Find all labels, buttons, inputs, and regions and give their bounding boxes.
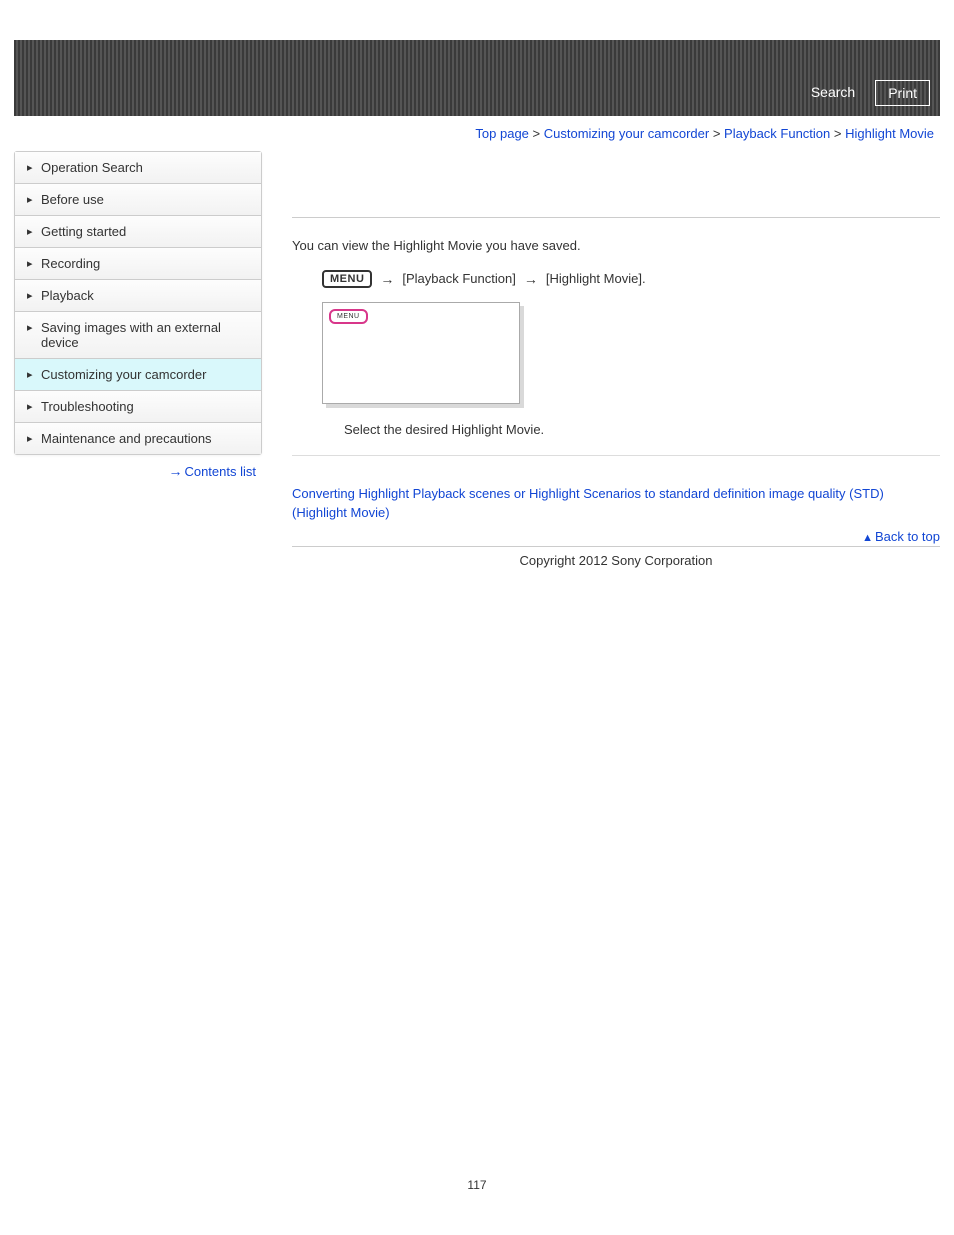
breadcrumb-current: Highlight Movie (845, 126, 934, 141)
content-area: You can view the Highlight Movie you hav… (292, 151, 940, 598)
triangle-up-icon: ▲ (862, 532, 873, 544)
intro-text: You can view the Highlight Movie you hav… (292, 236, 940, 256)
screen-illustration: MENU (322, 302, 520, 404)
sidebar-item-saving-images[interactable]: Saving images with an external device (15, 312, 261, 359)
page-number: 117 (0, 1178, 954, 1212)
breadcrumb-top[interactable]: Top page (475, 126, 529, 141)
main-layout: Operation Search Before use Getting star… (0, 151, 954, 598)
sidebar-item-playback[interactable]: Playback (15, 280, 261, 312)
back-to-top-link[interactable]: Back to top (875, 529, 940, 544)
copyright-text: Copyright 2012 Sony Corporation (292, 547, 940, 598)
sidebar-item-maintenance[interactable]: Maintenance and precautions (15, 423, 261, 454)
breadcrumb-customizing[interactable]: Customizing your camcorder (544, 126, 709, 141)
sidebar-item-customizing[interactable]: Customizing your camcorder (15, 359, 261, 391)
related-topic-link[interactable]: Converting Highlight Playback scenes or … (292, 484, 940, 523)
breadcrumb-sep: > (533, 126, 541, 141)
breadcrumb-playback-function[interactable]: Playback Function (724, 126, 830, 141)
sidebar-wrapper: Operation Search Before use Getting star… (14, 151, 262, 598)
header-bar: Search Print (14, 40, 940, 116)
sidebar-item-troubleshooting[interactable]: Troubleshooting (15, 391, 261, 423)
sidebar: Operation Search Before use Getting star… (14, 151, 262, 455)
divider (292, 217, 940, 218)
sidebar-item-recording[interactable]: Recording (15, 248, 261, 280)
arrow-right-icon: → (168, 463, 182, 479)
header-buttons: Search Print (799, 80, 930, 106)
sidebar-item-before-use[interactable]: Before use (15, 184, 261, 216)
arrow-right-icon: → (524, 271, 538, 287)
contents-list-link[interactable]: Contents list (184, 464, 256, 479)
step-1: MENU → [Playback Function] → [Highlight … (292, 266, 940, 292)
print-button[interactable]: Print (875, 80, 930, 106)
sidebar-item-getting-started[interactable]: Getting started (15, 216, 261, 248)
arrow-right-icon: → (380, 271, 394, 287)
search-button[interactable]: Search (799, 80, 867, 106)
breadcrumb-sep: > (834, 126, 842, 141)
contents-list-link-wrapper: →Contents list (14, 455, 262, 487)
breadcrumb-sep: > (713, 126, 721, 141)
breadcrumb: Top page > Customizing your camcorder > … (0, 116, 954, 151)
sidebar-item-operation-search[interactable]: Operation Search (15, 152, 261, 184)
step-1-part-b: [Highlight Movie]. (546, 271, 646, 286)
back-to-top-wrapper: ▲Back to top (292, 529, 940, 547)
step-2: Select the desired Highlight Movie. (292, 422, 940, 437)
menu-icon: MENU (322, 270, 372, 288)
screen-menu-highlight: MENU (329, 309, 368, 324)
divider (292, 455, 940, 456)
step-1-part-a: [Playback Function] (402, 271, 515, 286)
